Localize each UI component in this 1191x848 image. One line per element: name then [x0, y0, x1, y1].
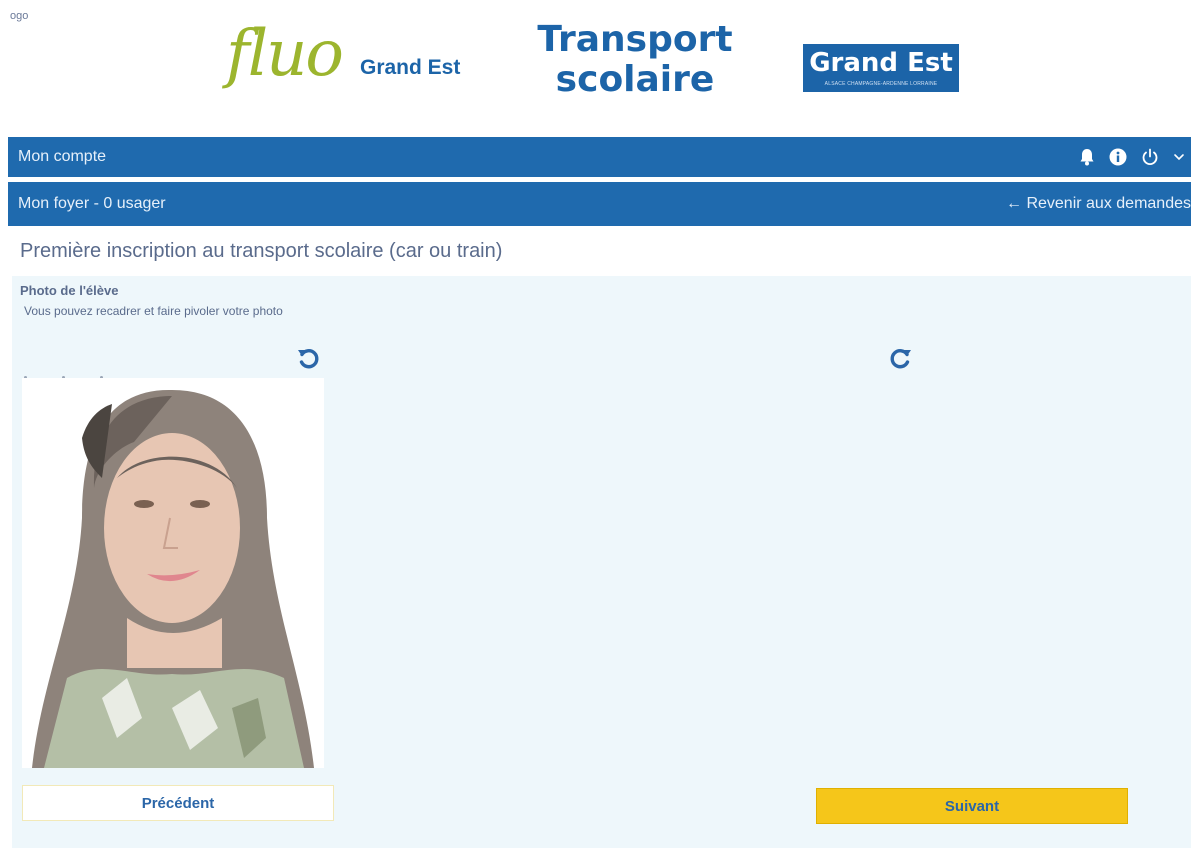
fluo-region-text: Grand Est — [360, 56, 461, 79]
grand-est-region-logo: Grand Est ALSACE CHAMPAGNE-ARDENNE LORRA… — [803, 44, 959, 92]
power-icon[interactable] — [1141, 148, 1159, 166]
previous-button[interactable]: Précédent — [22, 785, 334, 821]
transport-scolaire-title: Transport scolaire — [510, 20, 760, 100]
next-button[interactable]: Suivant — [816, 788, 1128, 824]
info-icon[interactable] — [1109, 148, 1127, 166]
photo-section-label: Photo de l'élève — [20, 283, 119, 298]
arrow-left-icon: ← — [1006, 195, 1022, 212]
transport-title-line2: scolaire — [555, 59, 715, 100]
rotate-left-icon[interactable] — [295, 345, 321, 371]
page-title: Première inscription au transport scolai… — [20, 240, 503, 262]
back-to-requests-link[interactable]: ← Revenir aux demandes — [1006, 182, 1191, 226]
rotate-right-icon[interactable] — [888, 345, 914, 371]
bell-icon[interactable] — [1079, 148, 1095, 166]
transport-title-line1: Transport — [537, 19, 733, 60]
student-photo[interactable] — [22, 378, 324, 768]
grand-est-wordmark: Grand Est — [809, 48, 953, 78]
grand-est-tagline: ALSACE CHAMPAGNE-ARDENNE LORRAINE — [824, 81, 938, 87]
photo-help-text: Vous pouvez recadrer et faire pivoler vo… — [24, 304, 283, 318]
account-bar-icons — [1079, 137, 1185, 177]
broken-logo-alt-text: ogo — [10, 10, 29, 22]
account-bar: Mon compte — [8, 137, 1191, 177]
chevron-down-icon[interactable] — [1173, 151, 1185, 163]
household-bar: Mon foyer - 0 usager ← Revenir aux deman… — [8, 182, 1191, 226]
fluo-wordmark: fluo — [226, 17, 344, 91]
household-label: Mon foyer - 0 usager — [18, 195, 166, 212]
account-label[interactable]: Mon compte — [18, 148, 106, 165]
back-to-requests-label: Revenir aux demandes — [1026, 195, 1191, 212]
